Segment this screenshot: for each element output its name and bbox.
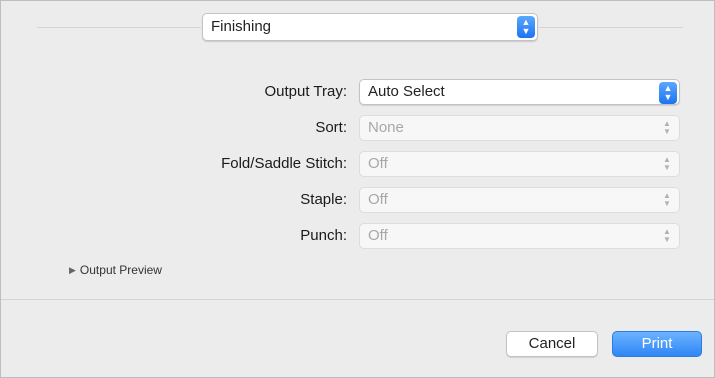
staple-stepper-icon: ▲ ▼ — [663, 191, 671, 208]
punch-label: Punch: — [300, 227, 347, 244]
popup-stepper-icon: ▲ ▼ — [517, 16, 535, 38]
sort-value: None — [368, 119, 404, 136]
staple-value: Off — [368, 191, 388, 208]
fold-saddle-stitch-value: Off — [368, 155, 388, 172]
output-tray-value: Auto Select — [368, 83, 445, 100]
cancel-button[interactable]: Cancel — [506, 331, 598, 357]
fold-saddle-stitch-select[interactable]: Off ▲ ▼ — [359, 151, 680, 177]
output-tray-label: Output Tray: — [264, 83, 347, 100]
disclosure-triangle-right-icon: ▶ — [69, 264, 76, 275]
output-preview-label: Output Preview — [79, 263, 162, 277]
section-popup[interactable]: Finishing ▲ ▼ — [202, 13, 538, 41]
sort-stepper-icon: ▲ ▼ — [663, 119, 671, 136]
sort-label: Sort: — [315, 119, 347, 136]
punch-select[interactable]: Off ▲ ▼ — [359, 223, 680, 249]
footer-divider — [1, 299, 714, 300]
fold-saddle-stitch-stepper-icon: ▲ ▼ — [663, 155, 671, 172]
output-tray-select[interactable]: Auto Select ▲ ▼ — [359, 79, 680, 105]
divider-right — [539, 27, 683, 28]
output-tray-stepper-icon: ▲ ▼ — [659, 82, 677, 104]
divider-left — [37, 27, 201, 28]
print-dialog: Finishing ▲ ▼ Output Tray: Auto Select ▲ ▼… — [0, 0, 715, 378]
sort-select[interactable]: None ▲ ▼ — [359, 115, 680, 141]
fold-saddle-stitch-label: Fold/Saddle Stitch: — [221, 155, 347, 172]
output-preview-disclosure[interactable]: ▶ Output Preview — [69, 263, 162, 277]
section-popup-value: Finishing — [211, 18, 272, 35]
punch-stepper-icon: ▲ ▼ — [663, 227, 671, 244]
staple-label: Staple: — [300, 191, 347, 208]
punch-value: Off — [368, 227, 388, 244]
print-button[interactable]: Print — [612, 331, 702, 357]
staple-select[interactable]: Off ▲ ▼ — [359, 187, 680, 213]
